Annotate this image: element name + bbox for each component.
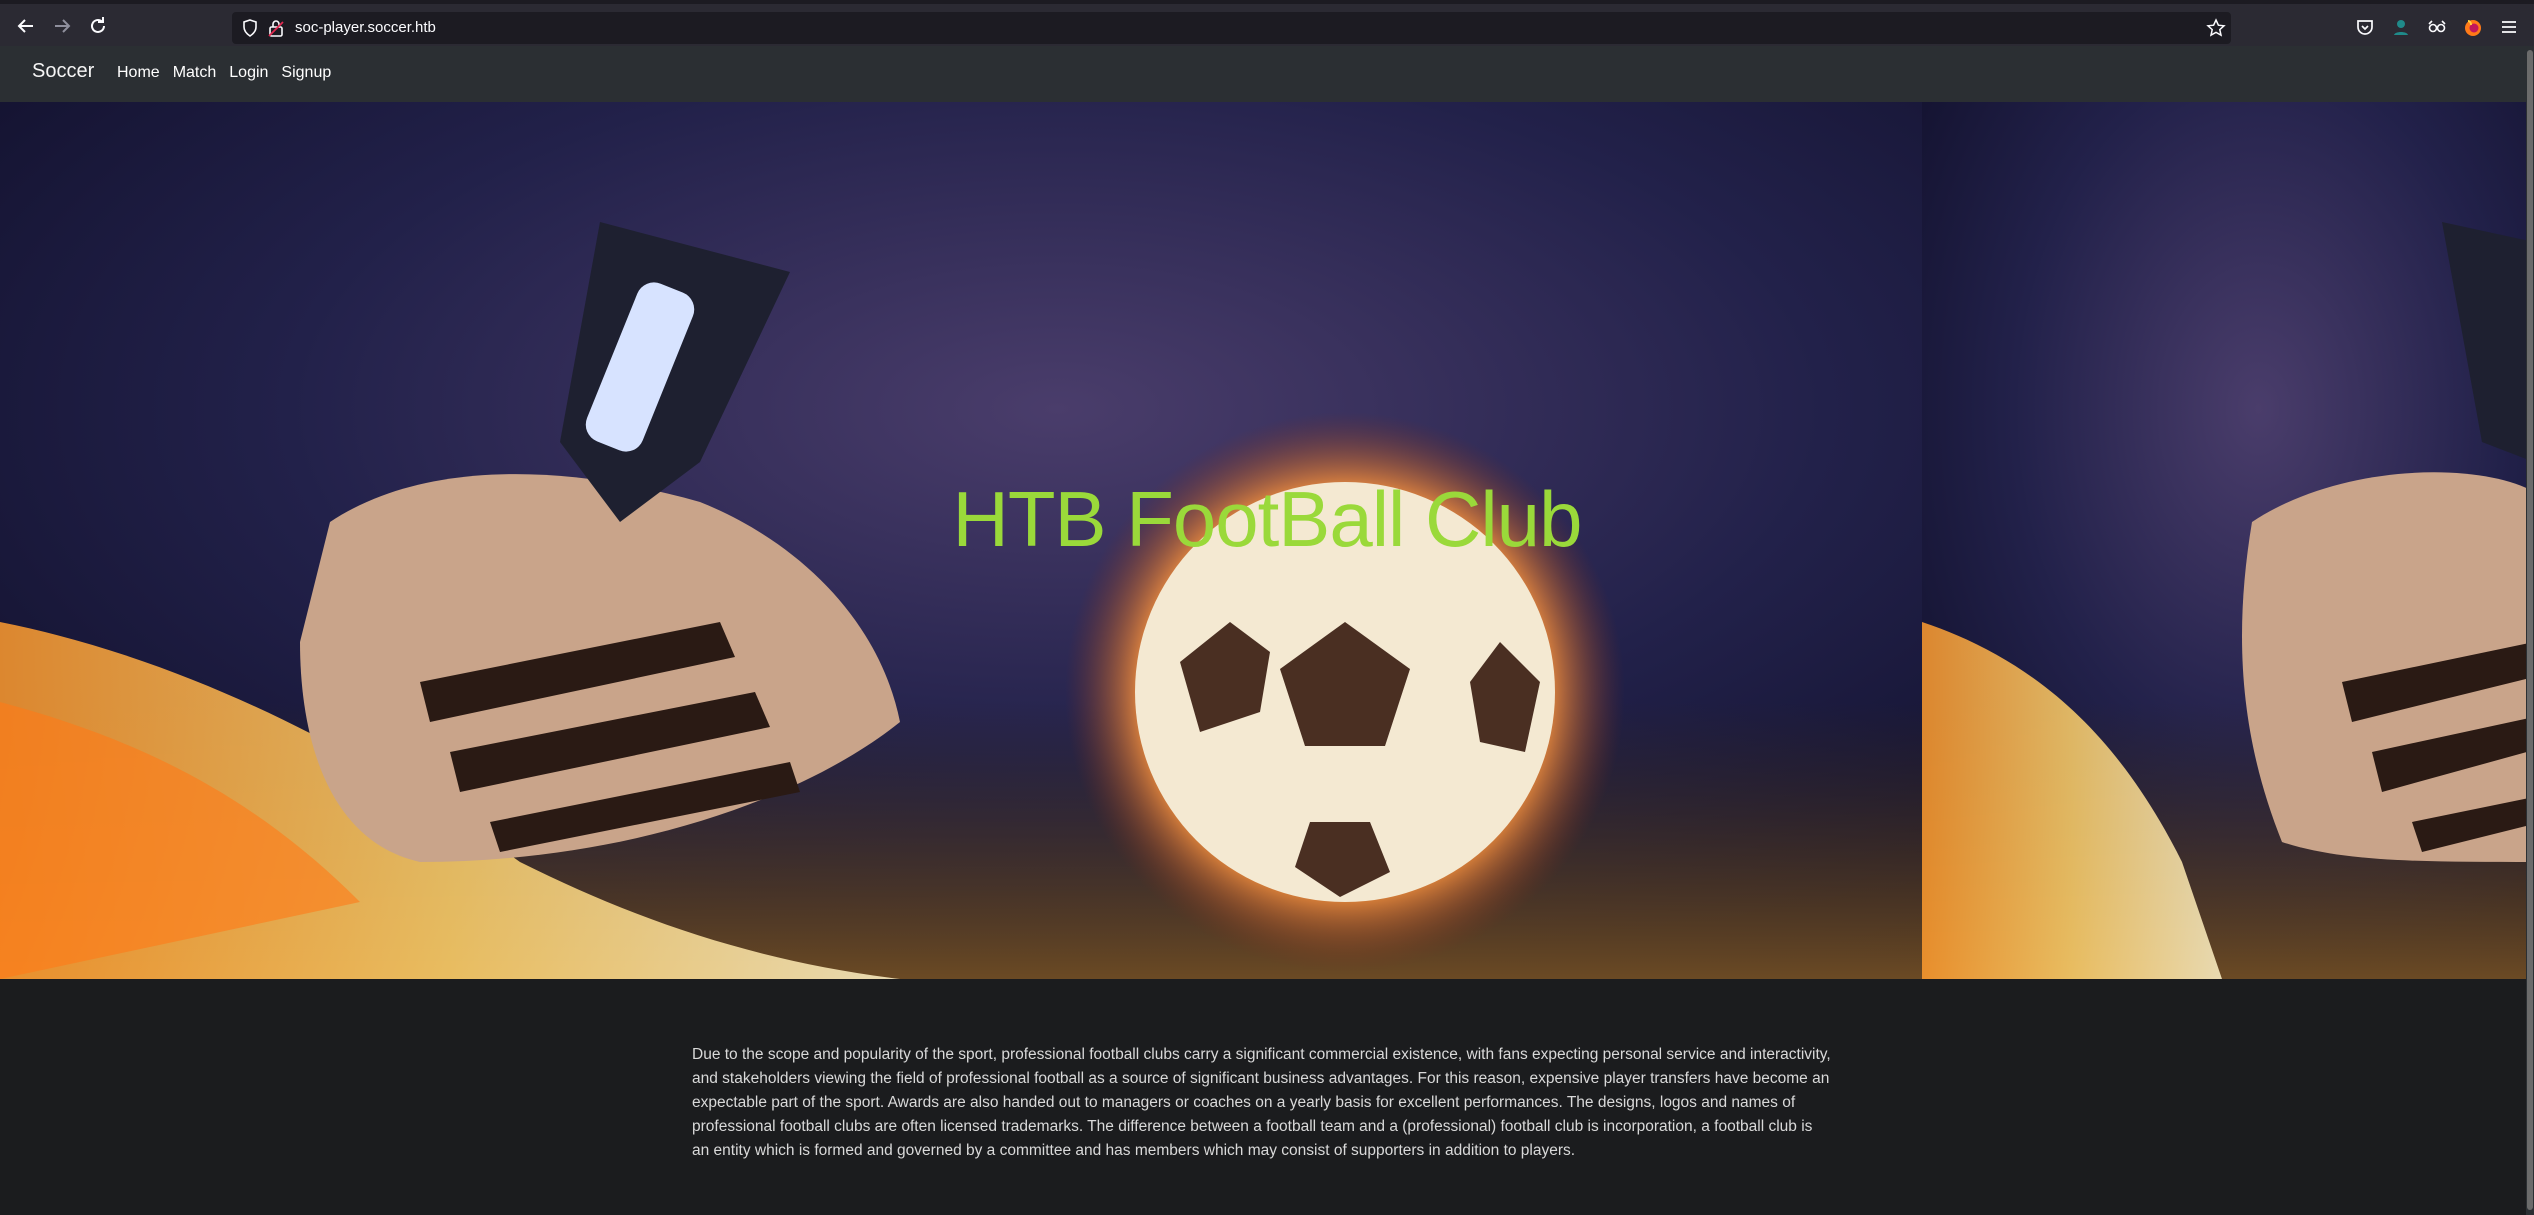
content-paragraph: Due to the scope and popularity of the s…	[692, 1045, 1831, 1159]
content-section: Due to the scope and popularity of the s…	[0, 979, 2534, 1215]
page-scrollbar[interactable]	[2526, 46, 2534, 1215]
hero-title: HTB FootBall Club	[952, 475, 1583, 563]
site-navbar: Soccer Home Match Login Signup	[0, 46, 2534, 102]
menu-icon[interactable]	[2498, 16, 2520, 38]
pocket-icon[interactable]	[2354, 16, 2376, 38]
star-icon[interactable]	[2206, 18, 2226, 38]
nav-link-signup[interactable]: Signup	[281, 64, 340, 82]
lock-icon[interactable]	[266, 18, 286, 38]
firefox-icon[interactable]	[2462, 16, 2484, 38]
reload-icon[interactable]	[86, 14, 110, 38]
url-text[interactable]: soc-player.soccer.htb	[295, 19, 436, 36]
shield-icon[interactable]	[240, 18, 260, 38]
nav-link-login[interactable]: Login	[229, 64, 277, 82]
private-mask-icon[interactable]	[2426, 16, 2448, 38]
brand-logo[interactable]: Soccer	[32, 60, 94, 83]
forward-arrow-icon[interactable]	[50, 14, 74, 38]
url-bar[interactable]: soc-player.soccer.htb	[232, 12, 2231, 44]
hero-banner: HTB FootBall Club	[0, 102, 2534, 979]
nav-link-home[interactable]: Home	[117, 64, 169, 82]
browser-toolbar: soc-player.soccer.htb	[0, 0, 2534, 46]
scrollbar-thumb[interactable]	[2527, 50, 2533, 1210]
nav-link-match[interactable]: Match	[173, 64, 226, 82]
account-icon[interactable]	[2390, 16, 2412, 38]
back-arrow-icon[interactable]	[14, 14, 38, 38]
nav-links: Home Match Login Signup	[117, 64, 344, 82]
